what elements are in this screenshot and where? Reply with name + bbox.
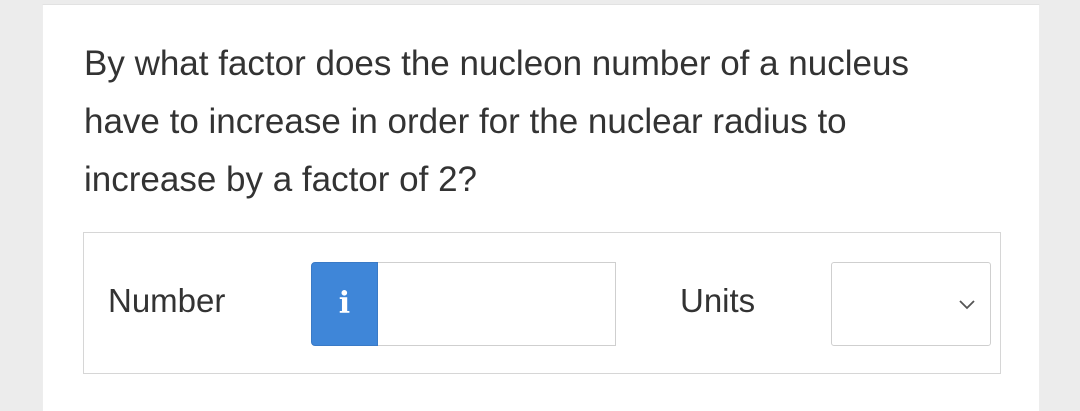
chevron-down-icon (959, 300, 975, 310)
answer-panel: Number i Units (83, 232, 1001, 374)
question-card: By what factor does the nucleon number o… (42, 4, 1040, 411)
number-label: Number (108, 282, 226, 319)
units-select[interactable] (831, 262, 991, 346)
number-input[interactable] (378, 262, 616, 346)
info-button[interactable]: i (311, 262, 378, 346)
units-label: Units (680, 282, 756, 319)
question-text: By what factor does the nucleon number o… (84, 44, 909, 199)
info-icon: i (338, 286, 351, 321)
